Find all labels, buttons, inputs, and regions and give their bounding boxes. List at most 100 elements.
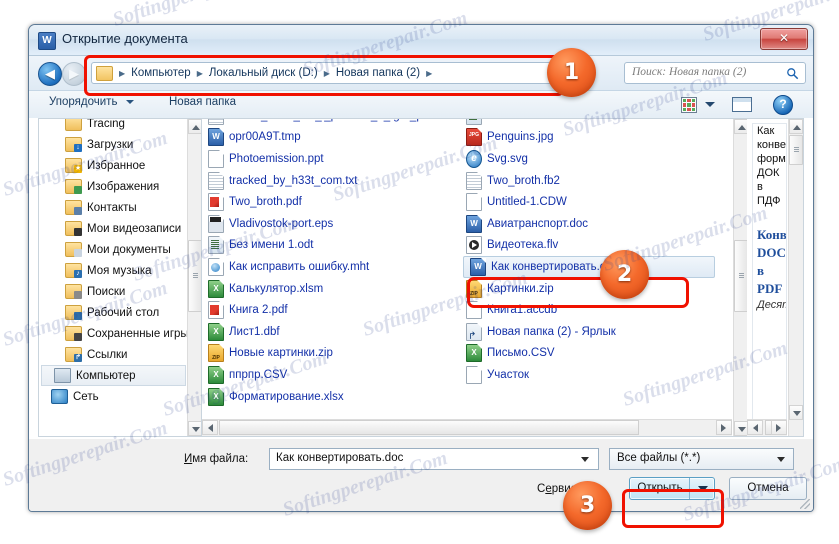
new-folder-button[interactable]: Новая папка	[169, 96, 236, 108]
tree-item-contacts[interactable]: Контакты	[39, 197, 188, 218]
view-options-chevron-icon[interactable]	[705, 102, 715, 107]
file-name: Форматирование.xlsx	[229, 390, 344, 403]
list-item[interactable]: Видеотека.flv	[460, 235, 718, 257]
blank-doc-icon	[208, 149, 224, 168]
filetype-select[interactable]: Все файлы (*.*)	[609, 448, 794, 470]
tree-item-tracing[interactable]: Tracing	[39, 119, 188, 134]
list-item[interactable]: ODT.odt	[460, 119, 718, 127]
filetype-chevron-down-icon[interactable]	[777, 457, 785, 462]
preview-line: в	[757, 181, 763, 193]
scroll-up-button[interactable]	[188, 119, 202, 134]
list-item[interactable]: ппрпр.CSV	[202, 364, 460, 386]
search-input[interactable]: Поиск: Новая папка (2)	[624, 62, 806, 84]
open-button[interactable]: Открыть	[629, 477, 715, 500]
video-icon	[466, 236, 482, 255]
scrollbar-thumb[interactable]	[219, 420, 639, 435]
list-item[interactable]: opr00A9T.tmp	[202, 127, 460, 149]
list-item[interactable]: Svg.svg	[460, 148, 718, 170]
close-button[interactable]: ✕	[760, 28, 808, 50]
view-grid-icon[interactable]	[681, 97, 697, 113]
list-item[interactable]: Авиатранспорт.doc	[460, 213, 718, 235]
list-item[interactable]: Martin_Pesn_lda_i_plameni_1_Igra_p…	[202, 119, 460, 127]
list-item[interactable]: Untitled-1.CDW	[460, 191, 718, 213]
scroll-left-button[interactable]	[747, 420, 763, 435]
tree-item-label: Компьютер	[76, 369, 136, 382]
filename-chevron-down-icon[interactable]	[581, 457, 589, 462]
cancel-button[interactable]: Отмена	[729, 477, 807, 500]
scroll-down-button[interactable]	[734, 421, 748, 436]
list-item[interactable]: Участок	[460, 364, 718, 386]
list-item-selected[interactable]: Как конвертировать.doc	[463, 256, 715, 278]
scroll-down-button[interactable]	[188, 421, 202, 436]
tree-item-favorites[interactable]: ★ Избранное	[39, 155, 188, 176]
list-item[interactable]: Письмо.CSV	[460, 343, 718, 365]
preview-pane-scrollbar[interactable]	[788, 119, 803, 436]
help-icon[interactable]: ?	[773, 95, 793, 115]
preview-pane-horizontal-scrollbar[interactable]	[747, 419, 787, 436]
scroll-right-button[interactable]	[771, 420, 787, 435]
tree-item-my-music[interactable]: ♪ Моя музыка	[39, 260, 188, 281]
list-item[interactable]: Photoemission.ppt	[202, 148, 460, 170]
scrollbar-thumb[interactable]	[188, 240, 202, 312]
list-item[interactable]: Two_broth.fb2	[460, 170, 718, 192]
tree-item-downloads[interactable]: ↓ Загрузки	[39, 134, 188, 155]
breadcrumb-item-new-folder[interactable]: Новая папка (2)	[334, 67, 422, 79]
breadcrumb[interactable]: ▶ Компьютер ▶ Локальный диск (D:) ▶ Нова…	[91, 62, 558, 84]
file-list-vertical-scrollbar[interactable]	[733, 119, 748, 436]
scroll-up-button[interactable]	[734, 119, 748, 134]
preview-heading: PDF	[757, 281, 783, 296]
list-item[interactable]: Форматирование.xlsx	[202, 386, 460, 408]
tree-item-label: Избранное	[87, 159, 146, 172]
resize-grip[interactable]	[800, 499, 810, 509]
list-item[interactable]: Калькулятор.xlsm	[202, 278, 460, 300]
tree-item-network[interactable]: Сеть	[39, 386, 188, 407]
scroll-left-button[interactable]	[202, 420, 218, 435]
tree-item-label: Загрузки	[87, 138, 134, 151]
forward-button[interactable]: ▶	[62, 62, 86, 86]
open-button-dropdown[interactable]	[689, 478, 714, 499]
tree-item-desktop[interactable]: Рабочий стол	[39, 302, 188, 323]
breadcrumb-item-drive-d[interactable]: Локальный диск (D:)	[207, 67, 320, 79]
list-item[interactable]: tracked_by_h33t_com.txt	[202, 170, 460, 192]
list-item[interactable]: Картинки.zip	[460, 278, 718, 300]
tree-item-my-videos[interactable]: Мои видеозаписи	[39, 218, 188, 239]
tree-item-links[interactable]: ↱ Ссылки	[39, 344, 188, 365]
scroll-right-button[interactable]	[716, 420, 732, 435]
word-icon	[208, 128, 224, 147]
organize-label: Упорядочить	[49, 96, 118, 108]
folder-documents-icon	[65, 242, 82, 257]
open-document-dialog: W Открытие документа ✕ ◀ ▶ ▶ Компьютер ▶…	[28, 24, 814, 512]
tree-item-saved-games[interactable]: Сохраненные игры	[39, 323, 189, 344]
back-button[interactable]: ◀	[38, 62, 62, 86]
list-item[interactable]: Без имени 1.odt	[202, 235, 460, 257]
scroll-down-button[interactable]	[789, 405, 803, 420]
organize-button[interactable]: Упорядочить	[49, 96, 134, 108]
tree-item-label: Рабочий стол	[87, 306, 160, 319]
breadcrumb-item-computer[interactable]: Компьютер	[129, 67, 193, 79]
list-item[interactable]: Лист1.dbf	[202, 321, 460, 343]
scrollbar-thumb[interactable]	[789, 135, 803, 165]
list-item[interactable]: Новые картинки.zip	[202, 343, 460, 365]
dialog-footer: Имя файла: Как конвертировать.doc Все фа…	[29, 439, 813, 511]
tree-item-computer[interactable]: Компьютер	[41, 365, 186, 386]
tree-item-pictures[interactable]: Изображения	[39, 176, 188, 197]
filename-input[interactable]: Как конвертировать.doc	[269, 448, 599, 470]
list-item[interactable]: Новая папка (2) - Ярлык	[460, 321, 718, 343]
scroll-up-button[interactable]	[789, 119, 803, 134]
scrollbar-thumb[interactable]	[734, 240, 748, 312]
document-preview: Как конвер форма ДОК в ПДФ Конв DOC в PD…	[752, 123, 787, 420]
list-item[interactable]: Penguins.jpg	[460, 127, 718, 149]
file-name: Новые картинки.zip	[229, 347, 333, 360]
list-item[interactable]: Книга 2.pdf	[202, 299, 460, 321]
tree-item-my-documents[interactable]: Мои документы	[39, 239, 188, 260]
list-item[interactable]: Two_broth.pdf	[202, 191, 460, 213]
list-item[interactable]: Книга1.accdb	[460, 299, 718, 321]
tree-item-searches[interactable]: Поиски	[39, 281, 188, 302]
filename-label-rest: мя файла:	[192, 453, 249, 465]
list-item[interactable]: Vladivostok-port.eps	[202, 213, 460, 235]
list-item[interactable]: Как исправить ошибку.mht	[202, 256, 460, 278]
navigation-pane-scrollbar[interactable]	[187, 119, 202, 436]
file-list-horizontal-scrollbar[interactable]	[202, 419, 732, 436]
preview-pane-icon[interactable]	[732, 97, 752, 112]
txt-icon	[208, 119, 224, 125]
